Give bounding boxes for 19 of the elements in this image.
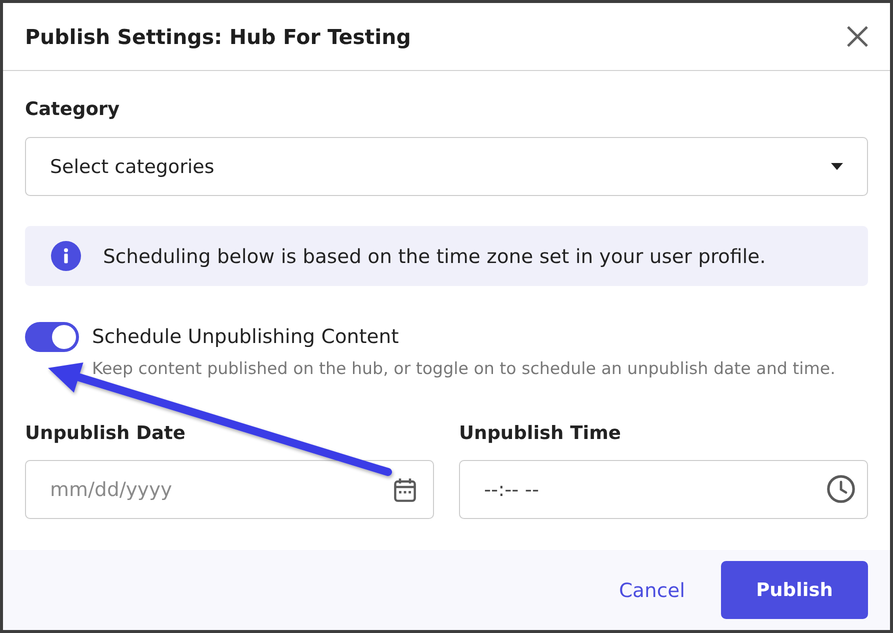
time-field[interactable]: --:-- -- bbox=[459, 460, 868, 519]
info-text: Scheduling below is based on the time zone set in your user profile. bbox=[103, 244, 766, 268]
field-label: Unpublish Date bbox=[25, 422, 186, 446]
toggle-label: Schedule Unpublishing Content bbox=[92, 324, 399, 350]
clock-icon[interactable] bbox=[827, 475, 855, 503]
toggle-description: Keep content published on the hub, or toggle on to schedule an unpublish date and time. bbox=[92, 358, 836, 380]
field-label: Unpublish Time bbox=[459, 422, 621, 446]
close-icon[interactable] bbox=[847, 26, 868, 47]
category-select[interactable]: Select categories bbox=[25, 137, 868, 196]
dialog-title: Publish Settings: Hub For Testing bbox=[25, 24, 411, 48]
select-placeholder: Select categories bbox=[50, 156, 214, 178]
info-icon bbox=[51, 241, 81, 271]
caret-icon bbox=[831, 163, 843, 170]
cancel-link[interactable]: Cancel bbox=[602, 570, 701, 610]
date-field[interactable]: mm/dd/yyyy bbox=[25, 460, 434, 519]
calendar-icon[interactable] bbox=[394, 478, 416, 502]
category-label: Category bbox=[25, 98, 120, 122]
schedule-toggle[interactable] bbox=[25, 322, 79, 352]
publish-button[interactable]: Publish bbox=[721, 561, 868, 619]
